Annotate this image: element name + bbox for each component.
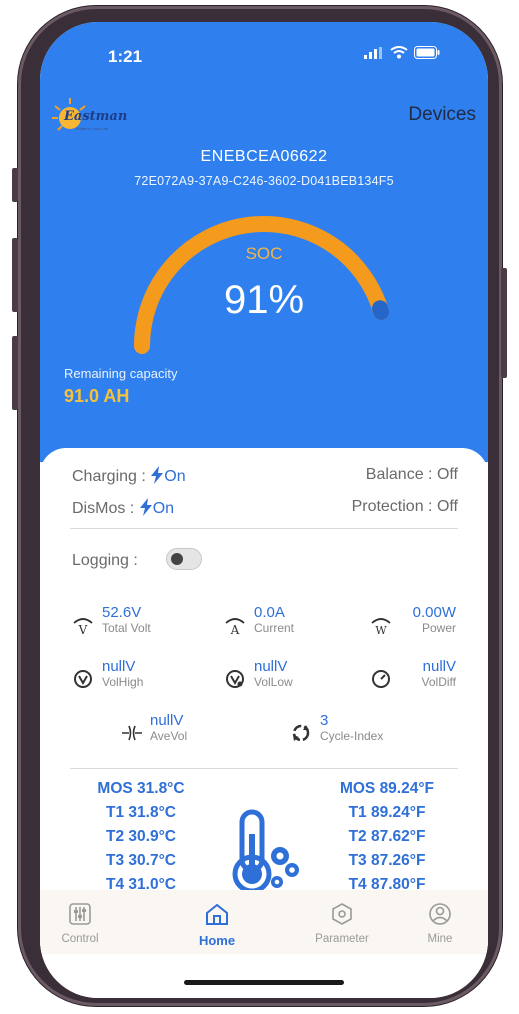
metric-cycle-index: 3 Cycle-Index bbox=[290, 712, 420, 752]
signal-icon bbox=[364, 46, 382, 59]
temperature-reading: MOS 31.8°C bbox=[97, 780, 185, 797]
metric-current: A 0.0A Current bbox=[224, 604, 354, 644]
svg-text:W: W bbox=[375, 624, 387, 636]
metric-avevol: nullV AveVol bbox=[120, 712, 250, 752]
logging-toggle[interactable] bbox=[166, 548, 202, 570]
vol-high-icon bbox=[72, 668, 94, 695]
tab-parameter[interactable]: Parameter bbox=[302, 890, 382, 945]
vol-diff-icon bbox=[370, 668, 392, 695]
wifi-icon bbox=[390, 46, 408, 59]
temperature-reading: T4 31.0°C bbox=[106, 876, 176, 890]
eastman-logo: Eastman Power in Your Life bbox=[50, 96, 160, 136]
home-indicator bbox=[184, 980, 344, 985]
cycle-index-icon bbox=[290, 722, 312, 749]
header-panel: 1:21 Eastman Power in Your Life Devices … bbox=[40, 22, 488, 462]
lightning-icon bbox=[151, 466, 164, 484]
metric-value: nullV bbox=[150, 712, 184, 729]
metric-voldiff: nullV VolDiff bbox=[370, 658, 456, 698]
tab-parameter-label: Parameter bbox=[315, 933, 369, 945]
metric-label: Current bbox=[254, 621, 295, 635]
divider bbox=[70, 528, 458, 529]
metric-value: 0.0A bbox=[254, 604, 285, 621]
metric-value: 52.6V bbox=[102, 604, 142, 621]
balance-value: Off bbox=[436, 466, 458, 483]
ampere-gauge-icon: A bbox=[224, 614, 246, 641]
balance-label: Balance : bbox=[365, 466, 433, 483]
temperature-reading: T1 31.8°C bbox=[106, 804, 176, 821]
app-screen: 1:21 Eastman Power in Your Life Devices … bbox=[40, 22, 488, 998]
temperature-reading: T3 30.7°C bbox=[106, 852, 176, 869]
dismos-value: On bbox=[152, 500, 175, 517]
tab-mine-label: Mine bbox=[427, 933, 453, 945]
metric-value: nullV bbox=[422, 658, 456, 675]
battery-icon bbox=[414, 46, 440, 59]
charging-label: Charging : bbox=[72, 468, 146, 485]
lightning-icon bbox=[139, 498, 152, 516]
status-icons bbox=[364, 46, 440, 59]
temperature-reading: MOS 89.24°F bbox=[339, 780, 435, 797]
tab-bar: Control Home Parameter Mine bbox=[40, 890, 488, 954]
volt-gauge-icon: V bbox=[72, 614, 94, 641]
sliders-icon bbox=[69, 903, 91, 925]
logging-label: Logging : bbox=[72, 552, 138, 569]
charging-status: Charging : On bbox=[72, 466, 186, 486]
dismos-status: DisMos : On bbox=[72, 498, 174, 518]
metric-value: nullV bbox=[102, 658, 136, 675]
tab-home[interactable]: Home bbox=[177, 890, 257, 948]
logo-wordmark: Eastman bbox=[64, 109, 128, 124]
tab-control-label: Control bbox=[61, 933, 99, 945]
metric-power: W 0.00W Power bbox=[370, 604, 456, 644]
svg-text:A: A bbox=[230, 623, 240, 636]
thermometer-gear-icon bbox=[232, 809, 299, 894]
temperature-reading: T2 30.9°C bbox=[106, 828, 176, 845]
volume-down-button bbox=[12, 336, 18, 410]
tab-mine[interactable]: Mine bbox=[400, 890, 480, 945]
home-icon bbox=[206, 903, 228, 925]
devices-button[interactable]: Devices bbox=[408, 104, 476, 126]
metric-label: Cycle-Index bbox=[320, 729, 384, 743]
metric-vollow: nullV VolLow bbox=[224, 658, 354, 698]
vol-low-icon bbox=[224, 668, 246, 695]
tab-control[interactable]: Control bbox=[40, 890, 120, 945]
metric-value: 3 bbox=[320, 712, 329, 729]
soc-label: SOC bbox=[245, 244, 283, 263]
volume-up-button bbox=[12, 238, 18, 312]
metric-label: VolHigh bbox=[102, 675, 144, 689]
power-button bbox=[501, 268, 507, 378]
balance-status: Balance : Off bbox=[366, 466, 458, 484]
device-uuid: 72E072A9-37A9-C246-3602-D041BEB134F5 bbox=[134, 174, 394, 188]
user-icon bbox=[429, 903, 451, 925]
status-time: 1:21 bbox=[108, 47, 143, 66]
soc-value: 91% bbox=[223, 278, 305, 322]
watt-gauge-icon: W bbox=[370, 614, 392, 641]
remaining-capacity-label: Remaining capacity bbox=[64, 366, 178, 381]
temperature-reading: T3 87.26°F bbox=[348, 852, 426, 869]
remaining-capacity-value: 91.0 AH bbox=[64, 386, 130, 406]
device-name: ENEBCEA06622 bbox=[200, 148, 328, 165]
divider bbox=[70, 768, 458, 769]
metric-label: Total Volt bbox=[102, 621, 151, 635]
temperature-reading: T2 87.62°F bbox=[348, 828, 426, 845]
hexagon-icon bbox=[332, 903, 352, 925]
temperature-reading: T1 89.24°F bbox=[348, 804, 426, 821]
metric-label: VolDiff bbox=[421, 675, 456, 689]
protection-value: Off bbox=[436, 498, 458, 515]
protection-label: Protection : bbox=[351, 498, 433, 515]
metric-value: 0.00W bbox=[412, 604, 456, 621]
dismos-label: DisMos : bbox=[72, 500, 135, 517]
metric-value: nullV bbox=[254, 658, 288, 675]
tab-home-label: Home bbox=[198, 933, 236, 948]
temperature-reading: T4 87.80°F bbox=[348, 876, 426, 890]
protection-status: Protection : Off bbox=[352, 498, 458, 516]
svg-text:V: V bbox=[78, 623, 88, 636]
mute-switch bbox=[12, 168, 18, 202]
ave-vol-icon bbox=[120, 722, 144, 749]
metric-volhigh: nullV VolHigh bbox=[72, 658, 202, 698]
logo-tagline: Power in Your Life bbox=[76, 126, 109, 131]
metric-label: AveVol bbox=[150, 729, 188, 743]
metric-label: VolLow bbox=[254, 675, 293, 689]
metric-total-volt: V 52.6V Total Volt bbox=[72, 604, 202, 644]
charging-value: On bbox=[164, 468, 186, 485]
metric-label: Power bbox=[421, 621, 456, 635]
